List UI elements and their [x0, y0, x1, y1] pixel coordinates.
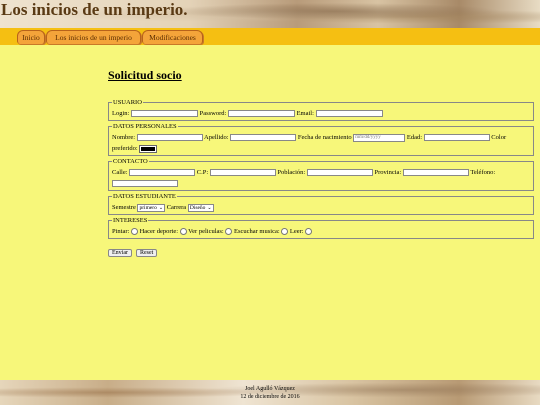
edad-label: Edad:	[406, 134, 423, 141]
nombre-label: Nombre:	[112, 134, 136, 141]
poblacion-label: Población:	[277, 169, 306, 176]
color-picker[interactable]	[139, 144, 158, 153]
poblacion-input[interactable]	[306, 169, 373, 177]
password-label: Password:	[199, 110, 227, 117]
footer-author: Joel Agulló Vázquez	[245, 386, 295, 392]
interes-musica-label: Escuchar musica:	[233, 228, 280, 235]
radio-musica[interactable]	[281, 228, 289, 236]
radio-deporte[interactable]	[179, 228, 187, 236]
footer-banner: Joel Agulló Vázquez 12 de diciembre de 2…	[0, 380, 540, 405]
cp-input[interactable]	[209, 169, 276, 177]
apellido-input[interactable]	[230, 134, 297, 142]
tab-modificaciones[interactable]: Modificaciones	[142, 30, 203, 44]
fieldset-contacto: CONTACTO Calle: C.P: Población: Provinci…	[108, 156, 534, 191]
interes-leer-label: Leer:	[289, 228, 304, 235]
legend-intereses: INTERESES	[113, 217, 148, 224]
header-banner: Los inicios de un imperio.	[0, 0, 540, 28]
login-label: Login:	[112, 110, 130, 117]
provincia-label: Provincia:	[374, 169, 402, 176]
edad-input[interactable]	[423, 134, 490, 142]
form-buttons: Enviar Reset	[108, 241, 534, 259]
semestre-select[interactable]: primero ⌄	[137, 203, 166, 212]
submit-button[interactable]: Enviar	[108, 249, 132, 257]
carrera-select[interactable]: Diseño ⌄	[187, 203, 214, 212]
telefono-label: Teléfono:	[470, 169, 496, 176]
fecha-input[interactable]: mm/dd/yyyy	[353, 133, 406, 142]
nav-bar: Inicio Los inicios de un imperio Modific…	[0, 28, 540, 45]
nombre-input[interactable]	[136, 134, 203, 142]
site-title: Los inicios de un imperio.	[1, 0, 188, 19]
legend-datos-personales: DATOS PERSONALES	[113, 123, 177, 130]
radio-pintar[interactable]	[130, 228, 138, 236]
main-content: Solicitud socio USUARIO Login: Password:…	[108, 68, 534, 259]
legend-datos-estudiante: DATOS ESTUDIANTE	[113, 193, 176, 200]
calle-label: Calle:	[112, 169, 128, 176]
email-label: Email:	[296, 110, 314, 117]
footer-date: 12 de diciembre de 2016	[240, 394, 300, 400]
login-input[interactable]	[130, 110, 198, 118]
apellido-label: Apellido:	[204, 134, 229, 141]
interes-deporte-label: Hacer deporte:	[139, 228, 179, 235]
legend-contacto: CONTACTO	[113, 158, 148, 165]
fieldset-datos-estudiante: DATOS ESTUDIANTE Semestre primero ⌄ Carre…	[108, 191, 534, 215]
radio-leer[interactable]	[305, 228, 313, 236]
semestre-value: primero	[139, 204, 157, 211]
semestre-label: Semestre	[112, 204, 136, 211]
password-input[interactable]	[227, 110, 295, 118]
carrera-label: Carrera	[166, 204, 187, 211]
chevron-down-icon: ⌄	[207, 205, 212, 211]
fieldset-intereses: INTERESES Pintar: Hacer deporte: Ver pel…	[108, 215, 534, 239]
tab-inicio[interactable]: Inicio	[17, 30, 45, 44]
interes-pintar-label: Pintar:	[112, 228, 130, 235]
calle-input[interactable]	[129, 169, 196, 177]
email-input[interactable]	[315, 110, 383, 118]
provincia-input[interactable]	[402, 169, 469, 177]
telefono-input[interactable]	[112, 180, 178, 188]
legend-usuario: USUARIO	[113, 99, 142, 106]
tab-los-inicios[interactable]: Los inicios de un imperio	[46, 30, 141, 44]
cp-label: C.P:	[196, 169, 209, 176]
fieldset-usuario: USUARIO Login: Password: Email:	[108, 97, 534, 121]
reset-button[interactable]: Reset	[136, 249, 158, 257]
fecha-label: Fecha de nacimiento	[297, 134, 352, 141]
form-title: Solicitud socio	[108, 68, 182, 82]
interes-peliculas-label: Ver peliculas:	[188, 228, 224, 235]
fieldset-datos-personales: DATOS PERSONALES Nombre: Apellido: Fecha…	[108, 121, 534, 156]
carrera-value: Diseño	[189, 204, 206, 211]
radio-peliculas[interactable]	[225, 228, 233, 236]
chevron-down-icon: ⌄	[158, 205, 164, 211]
